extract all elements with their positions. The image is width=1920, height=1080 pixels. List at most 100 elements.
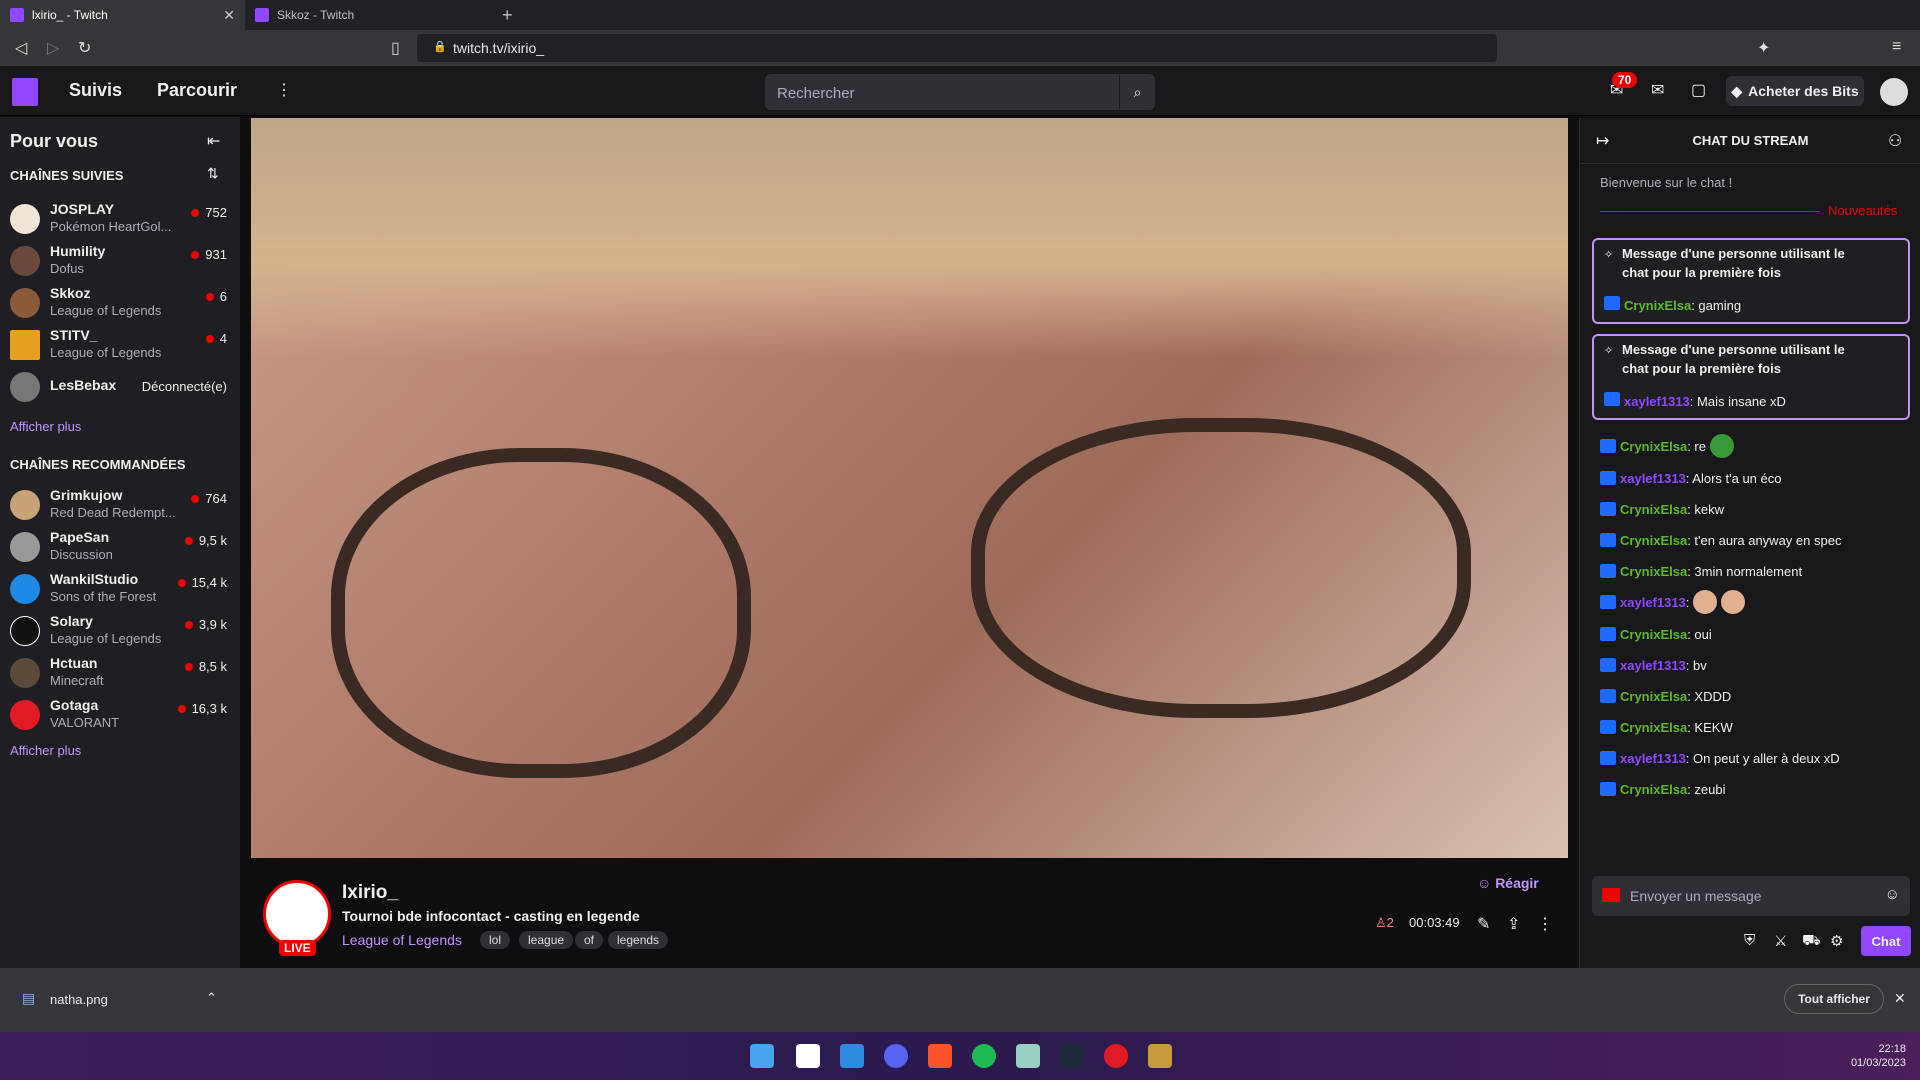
discord-icon[interactable] (884, 1044, 908, 1068)
followed-channel[interactable]: STITV_ League of Legends 4 (0, 325, 240, 365)
video-player[interactable] (251, 118, 1568, 858)
tag[interactable]: legends (608, 931, 669, 949)
share-icon[interactable]: ⇪ (1507, 914, 1520, 934)
search-input[interactable]: Rechercher (765, 74, 1119, 110)
chat-username[interactable]: CrynixElsa (1620, 564, 1687, 579)
chat-username[interactable]: CrynixElsa (1620, 627, 1687, 642)
recommended-channel[interactable]: Solary League of Legends 3,9 k (0, 611, 240, 651)
sparkle-icon: ✧ (1604, 249, 1614, 261)
reload-icon[interactable]: ↻ (78, 38, 91, 58)
streamer-avatar[interactable] (263, 880, 331, 948)
badge-icon (1604, 392, 1620, 406)
show-all-downloads-button[interactable]: Tout afficher (1784, 984, 1884, 1014)
live-badge: LIVE (279, 940, 316, 956)
show-more-followed-link[interactable]: Afficher plus (10, 419, 81, 434)
extensions-icon[interactable]: ✦ (1757, 38, 1770, 58)
riot-icon[interactable] (1104, 1044, 1128, 1068)
browser-tab-skkoz[interactable]: Skkoz - Twitch (245, 0, 490, 30)
chat-username[interactable]: xaylef1313 (1620, 471, 1686, 486)
badge-icon (1600, 658, 1616, 672)
live-dot-icon (205, 293, 214, 301)
shield-icon[interactable]: ⛨ (1744, 932, 1755, 949)
channel-avatar (10, 372, 40, 402)
windows-start-icon[interactable] (750, 1044, 774, 1068)
more-options-icon[interactable]: ⋮ (1537, 914, 1553, 934)
chat-message: CrynixElsa: zeubi (1600, 779, 1726, 799)
new-messages-label: Nouveautés (1828, 203, 1898, 218)
react-button[interactable]: ☺ Réagir (1477, 875, 1539, 891)
recommended-channel[interactable]: Gotaga VALORANT 16,3 k (0, 695, 240, 735)
mail-icon[interactable] (840, 1044, 864, 1068)
chat-input[interactable]: Envoyer un message ☺ (1592, 876, 1910, 916)
chat-username[interactable]: xaylef1313 (1624, 394, 1690, 409)
browse-link[interactable]: Parcourir (157, 80, 237, 101)
stream-game-link[interactable]: League of Legends (342, 932, 462, 948)
chat-username[interactable]: CrynixElsa (1620, 502, 1687, 517)
whispers-icon[interactable]: ▢ (1691, 80, 1706, 100)
address-bar[interactable]: 🔒 twitch.tv/ixirio_ (417, 34, 1497, 62)
recommended-channel[interactable]: Hctuan Minecraft 8,5 k (0, 653, 240, 693)
settings-icon[interactable]: ⚙ (1830, 932, 1843, 950)
collapse-sidebar-icon[interactable]: ⇤ (207, 131, 220, 151)
chat-username[interactable]: CrynixElsa (1620, 439, 1687, 454)
chat-username[interactable]: xaylef1313 (1620, 658, 1686, 673)
twitch-favicon-icon (255, 8, 269, 22)
followed-channel[interactable]: Humility Dofus 931 (0, 241, 240, 281)
lock-icon: 🔒 (433, 41, 447, 53)
download-item[interactable]: natha.png (50, 992, 108, 1007)
brave-icon[interactable] (928, 1044, 952, 1068)
browser-menu-icon[interactable]: ≡ (1892, 38, 1901, 56)
browser-tab-ixirio[interactable]: lxirio_ - Twitch ✕ (0, 0, 245, 30)
steam-icon[interactable] (1060, 1044, 1084, 1068)
streamer-name[interactable]: Ixirio_ (342, 882, 398, 904)
chat-message: xaylef1313: On peut y aller à deux xD (1600, 748, 1840, 768)
league-icon[interactable] (1148, 1044, 1172, 1068)
chat-username[interactable]: CrynixElsa (1620, 720, 1687, 735)
tag[interactable]: of (575, 931, 604, 949)
back-icon[interactable]: ◁ (15, 38, 27, 58)
close-tab-icon[interactable]: ✕ (223, 7, 235, 24)
users-icon[interactable]: ⚇ (1888, 131, 1902, 151)
app-icon[interactable] (1016, 1044, 1040, 1068)
close-icon[interactable]: ✕ (1894, 990, 1906, 1007)
followed-channel[interactable]: Skkoz League of Legends 6 (0, 283, 240, 323)
user-avatar[interactable] (1880, 78, 1908, 106)
live-dot-icon (191, 495, 200, 503)
edit-icon[interactable]: ✎ (1477, 914, 1490, 934)
chat-message: CrynixElsa: re (1600, 434, 1734, 458)
followed-channel[interactable]: LesBebax Déconnecté(e) (0, 367, 240, 407)
followed-channel[interactable]: JOSPLAY Pokémon HeartGol... 752 (0, 199, 240, 239)
notion-icon[interactable] (796, 1044, 820, 1068)
chat-send-button[interactable]: Chat (1861, 926, 1911, 956)
forward-icon[interactable]: ▷ (47, 38, 59, 58)
chat-username[interactable]: xaylef1313 (1620, 751, 1686, 766)
bookmark-icon[interactable]: ▯ (391, 38, 400, 58)
emoji-icon[interactable]: ☺ (1885, 886, 1900, 903)
get-bits-button[interactable]: ◆ Acheter des Bits (1726, 76, 1864, 106)
spotify-icon[interactable] (972, 1044, 996, 1068)
new-tab-button[interactable]: + (492, 0, 523, 30)
channel-avatar (10, 246, 40, 276)
show-more-recommended-link[interactable]: Afficher plus (10, 743, 81, 758)
recommended-channel[interactable]: WankilStudio Sons of the Forest 15,4 k (0, 569, 240, 609)
recommended-channel[interactable]: Grimkujow Red Dead Redempt... 764 (0, 485, 240, 525)
recommended-channel[interactable]: PapeSan Discussion 9,5 k (0, 527, 240, 567)
chat-username[interactable]: CrynixElsa (1620, 533, 1687, 548)
search-button[interactable]: ⌕ (1120, 74, 1155, 110)
chat-username[interactable]: xaylef1313 (1620, 595, 1686, 610)
tag[interactable]: league (519, 931, 574, 949)
messages-icon[interactable]: ✉ (1651, 80, 1664, 100)
twitch-logo-icon[interactable] (12, 78, 38, 106)
following-link[interactable]: Suivis (69, 80, 122, 101)
cart-icon[interactable]: ⛟ (1802, 932, 1821, 951)
chat-username[interactable]: CrynixElsa (1620, 689, 1687, 704)
sword-icon[interactable]: ⚔ (1774, 932, 1787, 950)
chat-welcome: Bienvenue sur le chat ! (1600, 175, 1733, 190)
chat-username[interactable]: CrynixElsa (1620, 782, 1687, 797)
more-icon[interactable]: ⋮ (276, 80, 292, 100)
tag[interactable]: lol (480, 931, 511, 949)
stream-info-panel: LIVE Ixirio_ Tournoi bde infocontact - c… (251, 862, 1568, 967)
sort-icon[interactable]: ⇅ (207, 165, 219, 182)
chat-username[interactable]: CrynixElsa (1624, 298, 1691, 313)
chevron-up-icon[interactable]: ⌃ (206, 990, 217, 1006)
